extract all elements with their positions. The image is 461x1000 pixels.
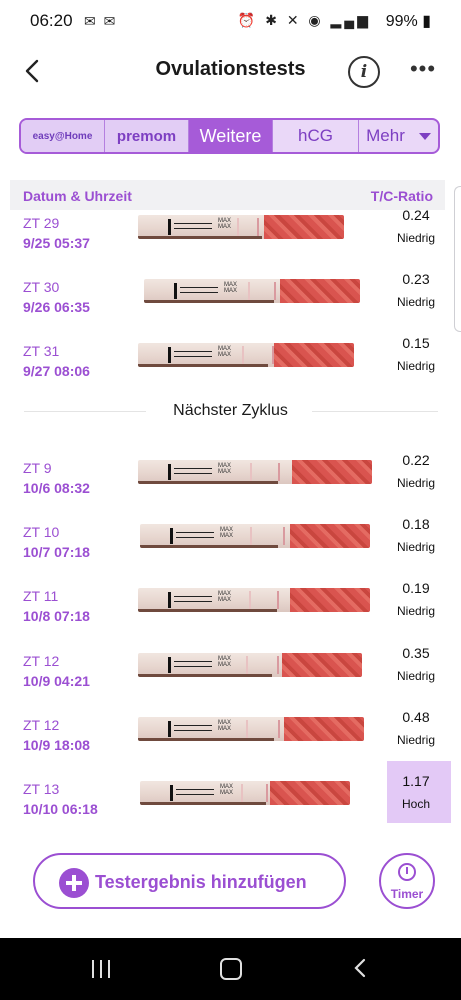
test-datetime: 10/7 07:18 — [23, 544, 90, 560]
tab-weitere[interactable]: Weitere — [189, 120, 273, 152]
strip-max-marking: MAX MAX — [218, 720, 232, 732]
add-test-result-button[interactable]: Testergebnis hinzufügen — [33, 853, 346, 909]
cycle-day: ZT 10 — [23, 524, 60, 540]
tab-premom[interactable]: premom — [105, 120, 189, 152]
tab-hcg[interactable]: hCG — [273, 120, 359, 152]
info-icon[interactable]: i — [348, 56, 380, 88]
mail-icon: ✉ ✉ — [84, 13, 118, 29]
tc-ratio-value: 0.35 — [402, 645, 430, 661]
tc-ratio-value: 0.19 — [402, 580, 430, 596]
test-strip-image[interactable]: MAX MAX — [138, 717, 364, 741]
cycle-day: ZT 30 — [23, 279, 60, 295]
test-row[interactable]: ZT 9 10/6 08:32 MAX MAX 0.22 Niedrig — [0, 452, 461, 516]
status-bar: 06:20 ✉ ✉ ⏰ ✱ ✕ ◉ ▂▄▆ 99% ▮ — [0, 0, 461, 42]
cycle-day: ZT 31 — [23, 343, 60, 359]
lh-level: Niedrig — [396, 295, 435, 309]
tc-ratio-value: 0.15 — [402, 335, 430, 351]
tc-ratio-value: 0.23 — [402, 271, 430, 287]
lh-level: Niedrig — [396, 733, 435, 747]
home-icon[interactable] — [220, 958, 242, 980]
tc-ratio-value: 1.17 — [402, 773, 430, 789]
test-row[interactable]: ZT 29 9/25 05:37 MAX MAX 0.24 Niedrig — [0, 207, 461, 271]
timer-button[interactable]: Timer — [379, 853, 435, 909]
strip-max-marking: MAX MAX — [218, 346, 232, 358]
strip-max-marking: MAX MAX — [220, 784, 234, 796]
next-cycle-label: Nächster Zyklus — [173, 402, 288, 419]
lh-level: Niedrig — [396, 231, 435, 245]
recent-apps-icon[interactable] — [92, 960, 112, 978]
timer-label: Timer — [390, 887, 424, 901]
status-icons: ⏰ ✱ ✕ ◉ ▂▄▆ — [237, 12, 371, 28]
tc-ratio-value: 0.24 — [402, 207, 430, 223]
strip-max-marking: MAX MAX — [218, 591, 232, 603]
test-datetime: 10/8 07:18 — [23, 608, 90, 624]
nav-back-icon[interactable] — [352, 958, 370, 978]
test-datetime: 10/9 18:08 — [23, 737, 90, 753]
test-row[interactable]: ZT 30 9/26 06:35 MAX MAX 0.23 Niedrig — [0, 271, 461, 335]
test-strip-image[interactable]: MAX MAX — [138, 588, 370, 612]
tab-mehr-label: Mehr — [366, 126, 405, 145]
battery-level: 99% ▮ — [385, 13, 431, 30]
stopwatch-icon — [398, 863, 416, 881]
lh-level: Hoch — [401, 797, 430, 811]
test-datetime: 10/9 04:21 — [23, 673, 90, 689]
table-header: Datum & Uhrzeit T/C-Ratio — [10, 180, 445, 210]
test-strip-image[interactable]: MAX MAX — [140, 524, 370, 548]
test-row[interactable]: ZT 11 10/8 07:18 MAX MAX 0.19 Niedrig — [0, 580, 461, 644]
status-time: 06:20 — [30, 11, 73, 30]
test-datetime: 9/27 08:06 — [23, 363, 90, 379]
test-row[interactable]: ZT 31 9/27 08:06 MAX MAX 0.15 Niedrig — [0, 335, 461, 399]
lh-level: Niedrig — [396, 604, 435, 618]
test-datetime: 9/26 06:35 — [23, 299, 90, 315]
more-options-icon[interactable]: ••• — [408, 56, 438, 84]
tab-easyhome[interactable]: easy@Home — [21, 120, 105, 152]
strip-max-marking: MAX MAX — [220, 527, 234, 539]
strip-max-marking: MAX MAX — [224, 282, 238, 294]
tc-ratio-value: 0.18 — [402, 516, 430, 532]
test-strip-image[interactable]: MAX MAX — [138, 215, 344, 239]
test-datetime: 9/25 05:37 — [23, 235, 90, 251]
tab-mehr[interactable]: Mehr — [359, 120, 438, 152]
cycle-day: ZT 11 — [23, 588, 59, 604]
column-tc-ratio: T/C-Ratio — [370, 188, 433, 204]
add-test-result-label: Testergebnis hinzufügen — [95, 872, 307, 892]
strip-max-marking: MAX MAX — [218, 656, 232, 668]
test-strip-image[interactable]: MAX MAX — [138, 653, 362, 677]
test-row[interactable]: ZT 10 10/7 07:18 MAX MAX 0.18 Niedrig — [0, 516, 461, 580]
test-row[interactable]: ZT 12 10/9 04:21 MAX MAX 0.35 Niedrig — [0, 645, 461, 709]
tc-ratio-value: 0.48 — [402, 709, 430, 725]
column-date-time: Datum & Uhrzeit — [23, 188, 132, 204]
strip-max-marking: MAX MAX — [218, 218, 232, 230]
system-nav-bar — [0, 938, 461, 1000]
test-strip-image[interactable]: MAX MAX — [138, 343, 354, 367]
page-title: Ovulationstests — [155, 58, 306, 80]
tc-ratio-value: 0.22 — [402, 452, 430, 468]
lh-level: Niedrig — [396, 540, 435, 554]
strip-max-marking: MAX MAX — [218, 463, 232, 475]
test-datetime: 10/6 08:32 — [23, 480, 90, 496]
cycle-day: ZT 9 — [23, 460, 52, 476]
lh-level: Niedrig — [396, 476, 435, 490]
chevron-down-icon — [418, 132, 431, 140]
cycle-day: ZT 12 — [23, 717, 60, 733]
cycle-day: ZT 29 — [23, 215, 60, 231]
cycle-day: ZT 13 — [23, 781, 60, 797]
test-strip-image[interactable]: MAX MAX — [138, 460, 372, 484]
brand-tabs: easy@Home premom Weitere hCG Mehr — [19, 118, 440, 154]
lh-level: Niedrig — [396, 669, 435, 683]
cycle-day: ZT 12 — [23, 653, 60, 669]
app-bar: Ovulationstests i ••• — [0, 42, 461, 100]
plus-circle-icon — [59, 868, 89, 898]
test-strip-image[interactable]: MAX MAX — [140, 781, 350, 805]
lh-level: Niedrig — [396, 359, 435, 373]
test-strip-image[interactable]: MAX MAX — [144, 279, 360, 303]
test-row[interactable]: ZT 13 10/10 06:18 MAX MAX 1.17 Hoch — [0, 761, 461, 837]
high-result-highlight — [387, 761, 451, 823]
test-datetime: 10/10 06:18 — [23, 801, 98, 817]
